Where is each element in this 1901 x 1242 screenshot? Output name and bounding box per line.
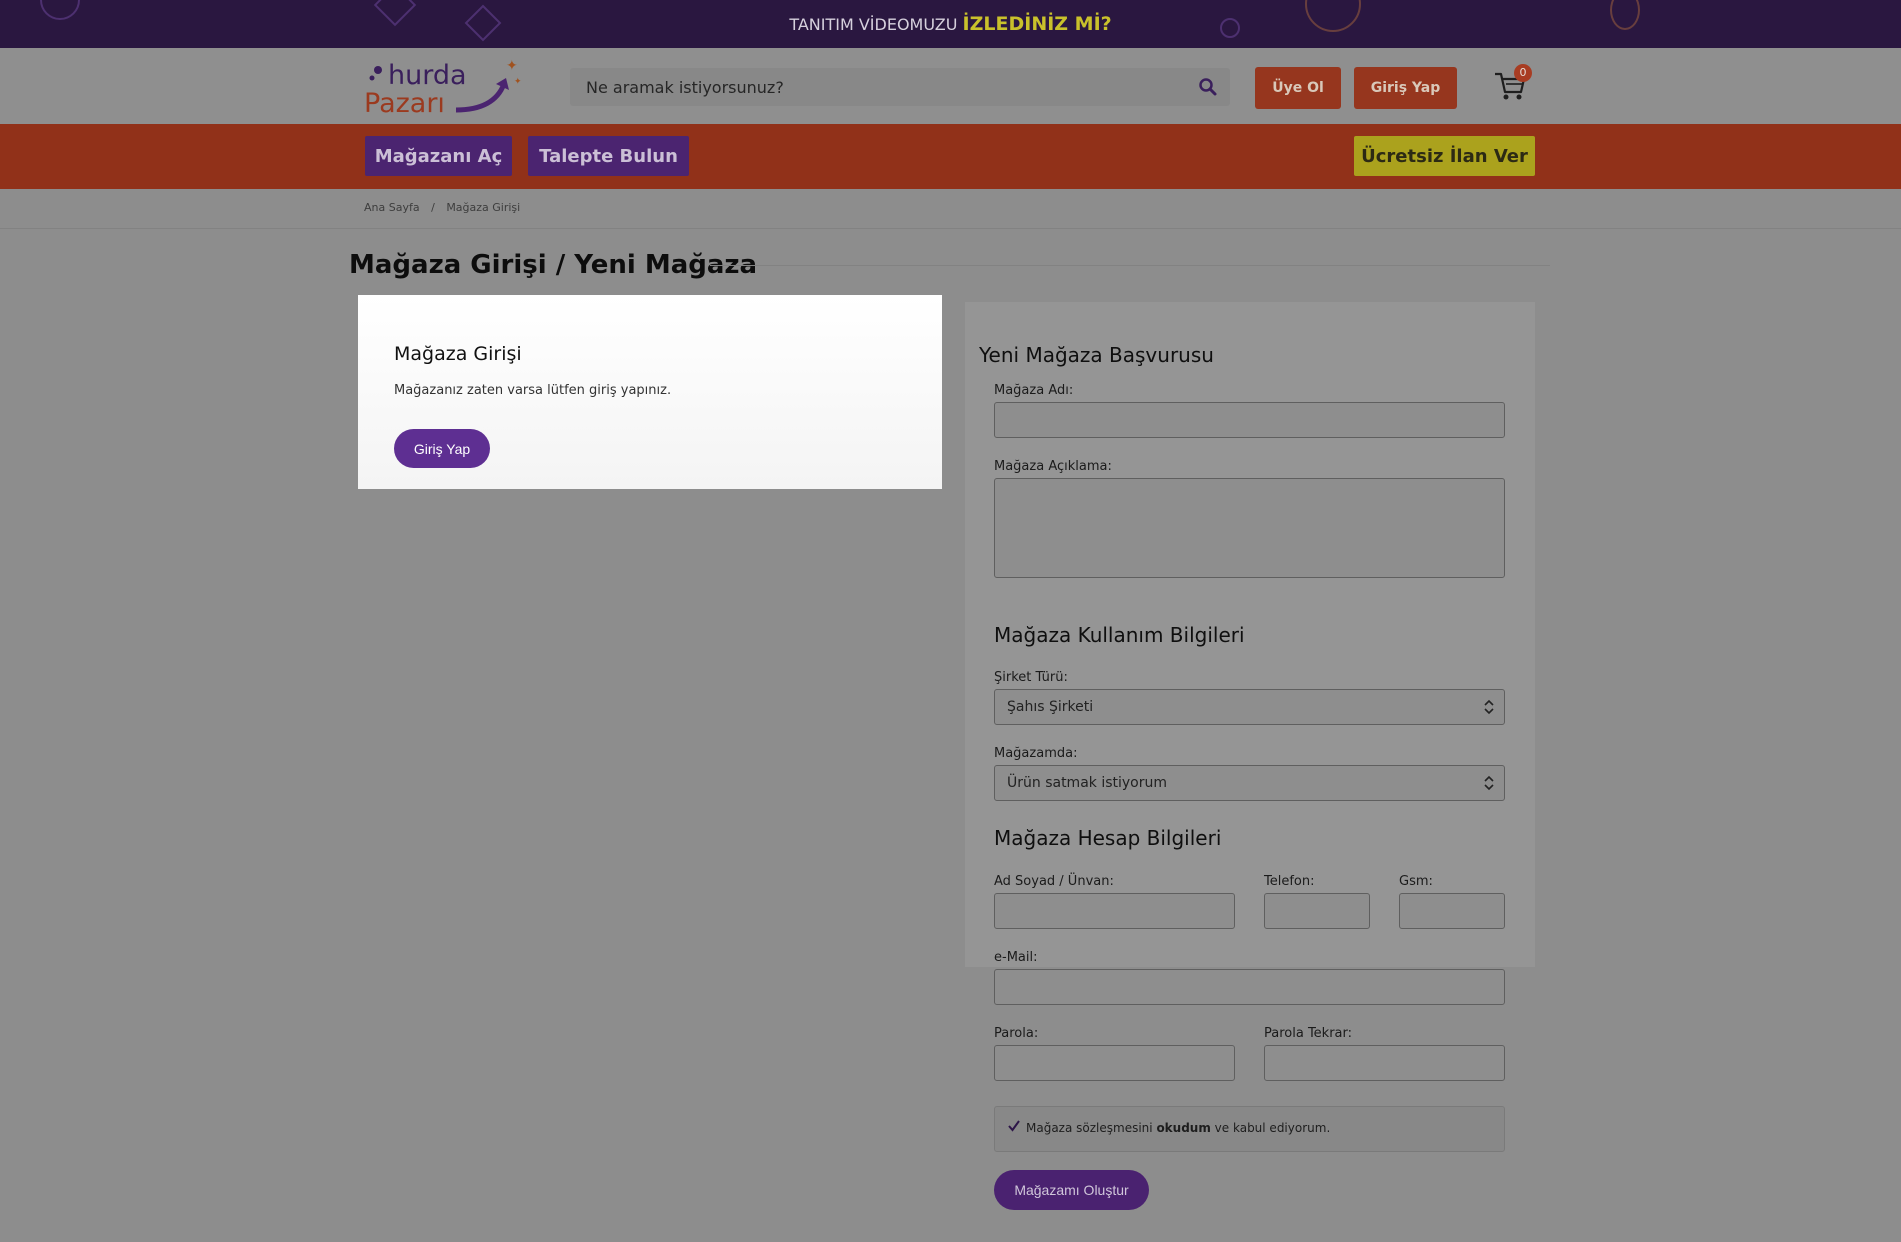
- password-input[interactable]: [994, 1045, 1235, 1081]
- email-input[interactable]: [994, 969, 1505, 1005]
- select-arrows-icon: [1484, 775, 1494, 791]
- store-description-textarea[interactable]: [994, 478, 1505, 578]
- phone-label: Telefon:: [1264, 874, 1315, 889]
- promo-highlight-link[interactable]: İZLEDİNİZ Mİ?: [963, 13, 1112, 35]
- breadcrumb-home-link[interactable]: Ana Sayfa: [364, 201, 420, 214]
- password-repeat-input[interactable]: [1264, 1045, 1505, 1081]
- open-store-button[interactable]: Mağazanı Aç: [365, 136, 512, 176]
- account-info-title: Mağaza Hesap Bilgileri: [994, 826, 1222, 850]
- select-arrows-icon: [1484, 699, 1494, 715]
- search-icon[interactable]: [1198, 77, 1218, 97]
- phone-input[interactable]: [1264, 893, 1370, 929]
- login-card-title: Mağaza Girişi: [394, 343, 522, 365]
- usage-info-title: Mağaza Kullanım Bilgileri: [994, 623, 1245, 647]
- store-mode-value: Ürün satmak istiyorum: [1007, 775, 1168, 791]
- svg-text:hurda: hurda: [388, 60, 467, 91]
- agreement-checkbox[interactable]: [1007, 1119, 1021, 1133]
- site-header: hurda Pazarı ✦ ✦ Üye Ol Giriş Yap 0: [0, 48, 1901, 124]
- site-logo[interactable]: hurda Pazarı ✦ ✦: [364, 56, 524, 119]
- gsm-label: Gsm:: [1399, 874, 1433, 889]
- page-title: Mağaza Girişi / Yeni Mağaza: [349, 250, 758, 280]
- agreement-suffix: ve kabul ediyorum.: [1214, 1121, 1331, 1135]
- name-input[interactable]: [994, 893, 1235, 929]
- free-listing-button[interactable]: Ücretsiz İlan Ver: [1354, 136, 1535, 176]
- logo-graphic: hurda Pazarı ✦ ✦: [364, 58, 522, 119]
- password-repeat-label: Parola Tekrar:: [1264, 1026, 1353, 1041]
- main-nav: Mağazanı Aç Talepte Bulun Ücretsiz İlan …: [0, 124, 1901, 189]
- agreement-read-link[interactable]: okudum: [1156, 1121, 1210, 1135]
- login-button[interactable]: Giriş Yap: [1354, 67, 1457, 109]
- store-description-label: Mağaza Açıklama:: [994, 459, 1112, 474]
- password-label: Parola:: [994, 1026, 1039, 1041]
- search-input[interactable]: [584, 68, 1174, 106]
- promo-text: TANITIM VİDEOMUZU: [789, 15, 958, 34]
- create-store-button[interactable]: Mağazamı Oluştur: [994, 1170, 1149, 1210]
- svg-text:✦: ✦: [514, 77, 522, 87]
- title-divider: [710, 265, 1550, 266]
- register-button[interactable]: Üye Ol: [1255, 67, 1341, 109]
- name-label: Ad Soyad / Ünvan:: [994, 874, 1114, 889]
- agreement-box: Mağaza sözleşmesini okudum ve kabul ediy…: [994, 1106, 1505, 1152]
- company-type-label: Şirket Türü:: [994, 670, 1068, 685]
- company-type-select[interactable]: Şahıs Şirketi: [994, 689, 1505, 725]
- store-mode-select[interactable]: Ürün satmak istiyorum: [994, 765, 1505, 801]
- breadcrumb: Ana Sayfa / Mağaza Girişi: [364, 201, 528, 214]
- agreement-prefix: Mağaza sözleşmesini: [1026, 1121, 1153, 1135]
- search-bar: [570, 68, 1230, 106]
- gsm-input[interactable]: [1399, 893, 1505, 929]
- breadcrumb-current: Mağaza Girişi: [446, 201, 521, 214]
- breadcrumb-bar: Ana Sayfa / Mağaza Girişi: [0, 189, 1901, 229]
- store-login-card: Mağaza Girişi Mağazanız zaten varsa lütf…: [358, 295, 942, 489]
- cart-button[interactable]: 0: [1492, 64, 1532, 106]
- promo-banner[interactable]: TANITIM VİDEOMUZU İZLEDİNİZ Mİ?: [0, 0, 1901, 48]
- new-store-title: Yeni Mağaza Başvurusu: [979, 343, 1214, 367]
- store-name-input[interactable]: [994, 402, 1505, 438]
- breadcrumb-separator: /: [431, 201, 435, 214]
- store-mode-label: Mağazamda:: [994, 746, 1078, 761]
- email-label: e-Mail:: [994, 950, 1038, 965]
- company-type-value: Şahıs Şirketi: [1007, 699, 1094, 715]
- store-login-button[interactable]: Giriş Yap: [394, 429, 490, 468]
- login-card-description: Mağazanız zaten varsa lütfen giriş yapın…: [394, 383, 672, 398]
- store-name-label: Mağaza Adı:: [994, 383, 1074, 398]
- svg-text:Pazarı: Pazarı: [364, 88, 445, 116]
- svg-text:✦: ✦: [506, 58, 518, 74]
- find-request-button[interactable]: Talepte Bulun: [528, 136, 689, 176]
- agreement-text: Mağaza sözleşmesini okudum ve kabul ediy…: [1026, 1121, 1330, 1135]
- cart-count-badge: 0: [1514, 64, 1532, 82]
